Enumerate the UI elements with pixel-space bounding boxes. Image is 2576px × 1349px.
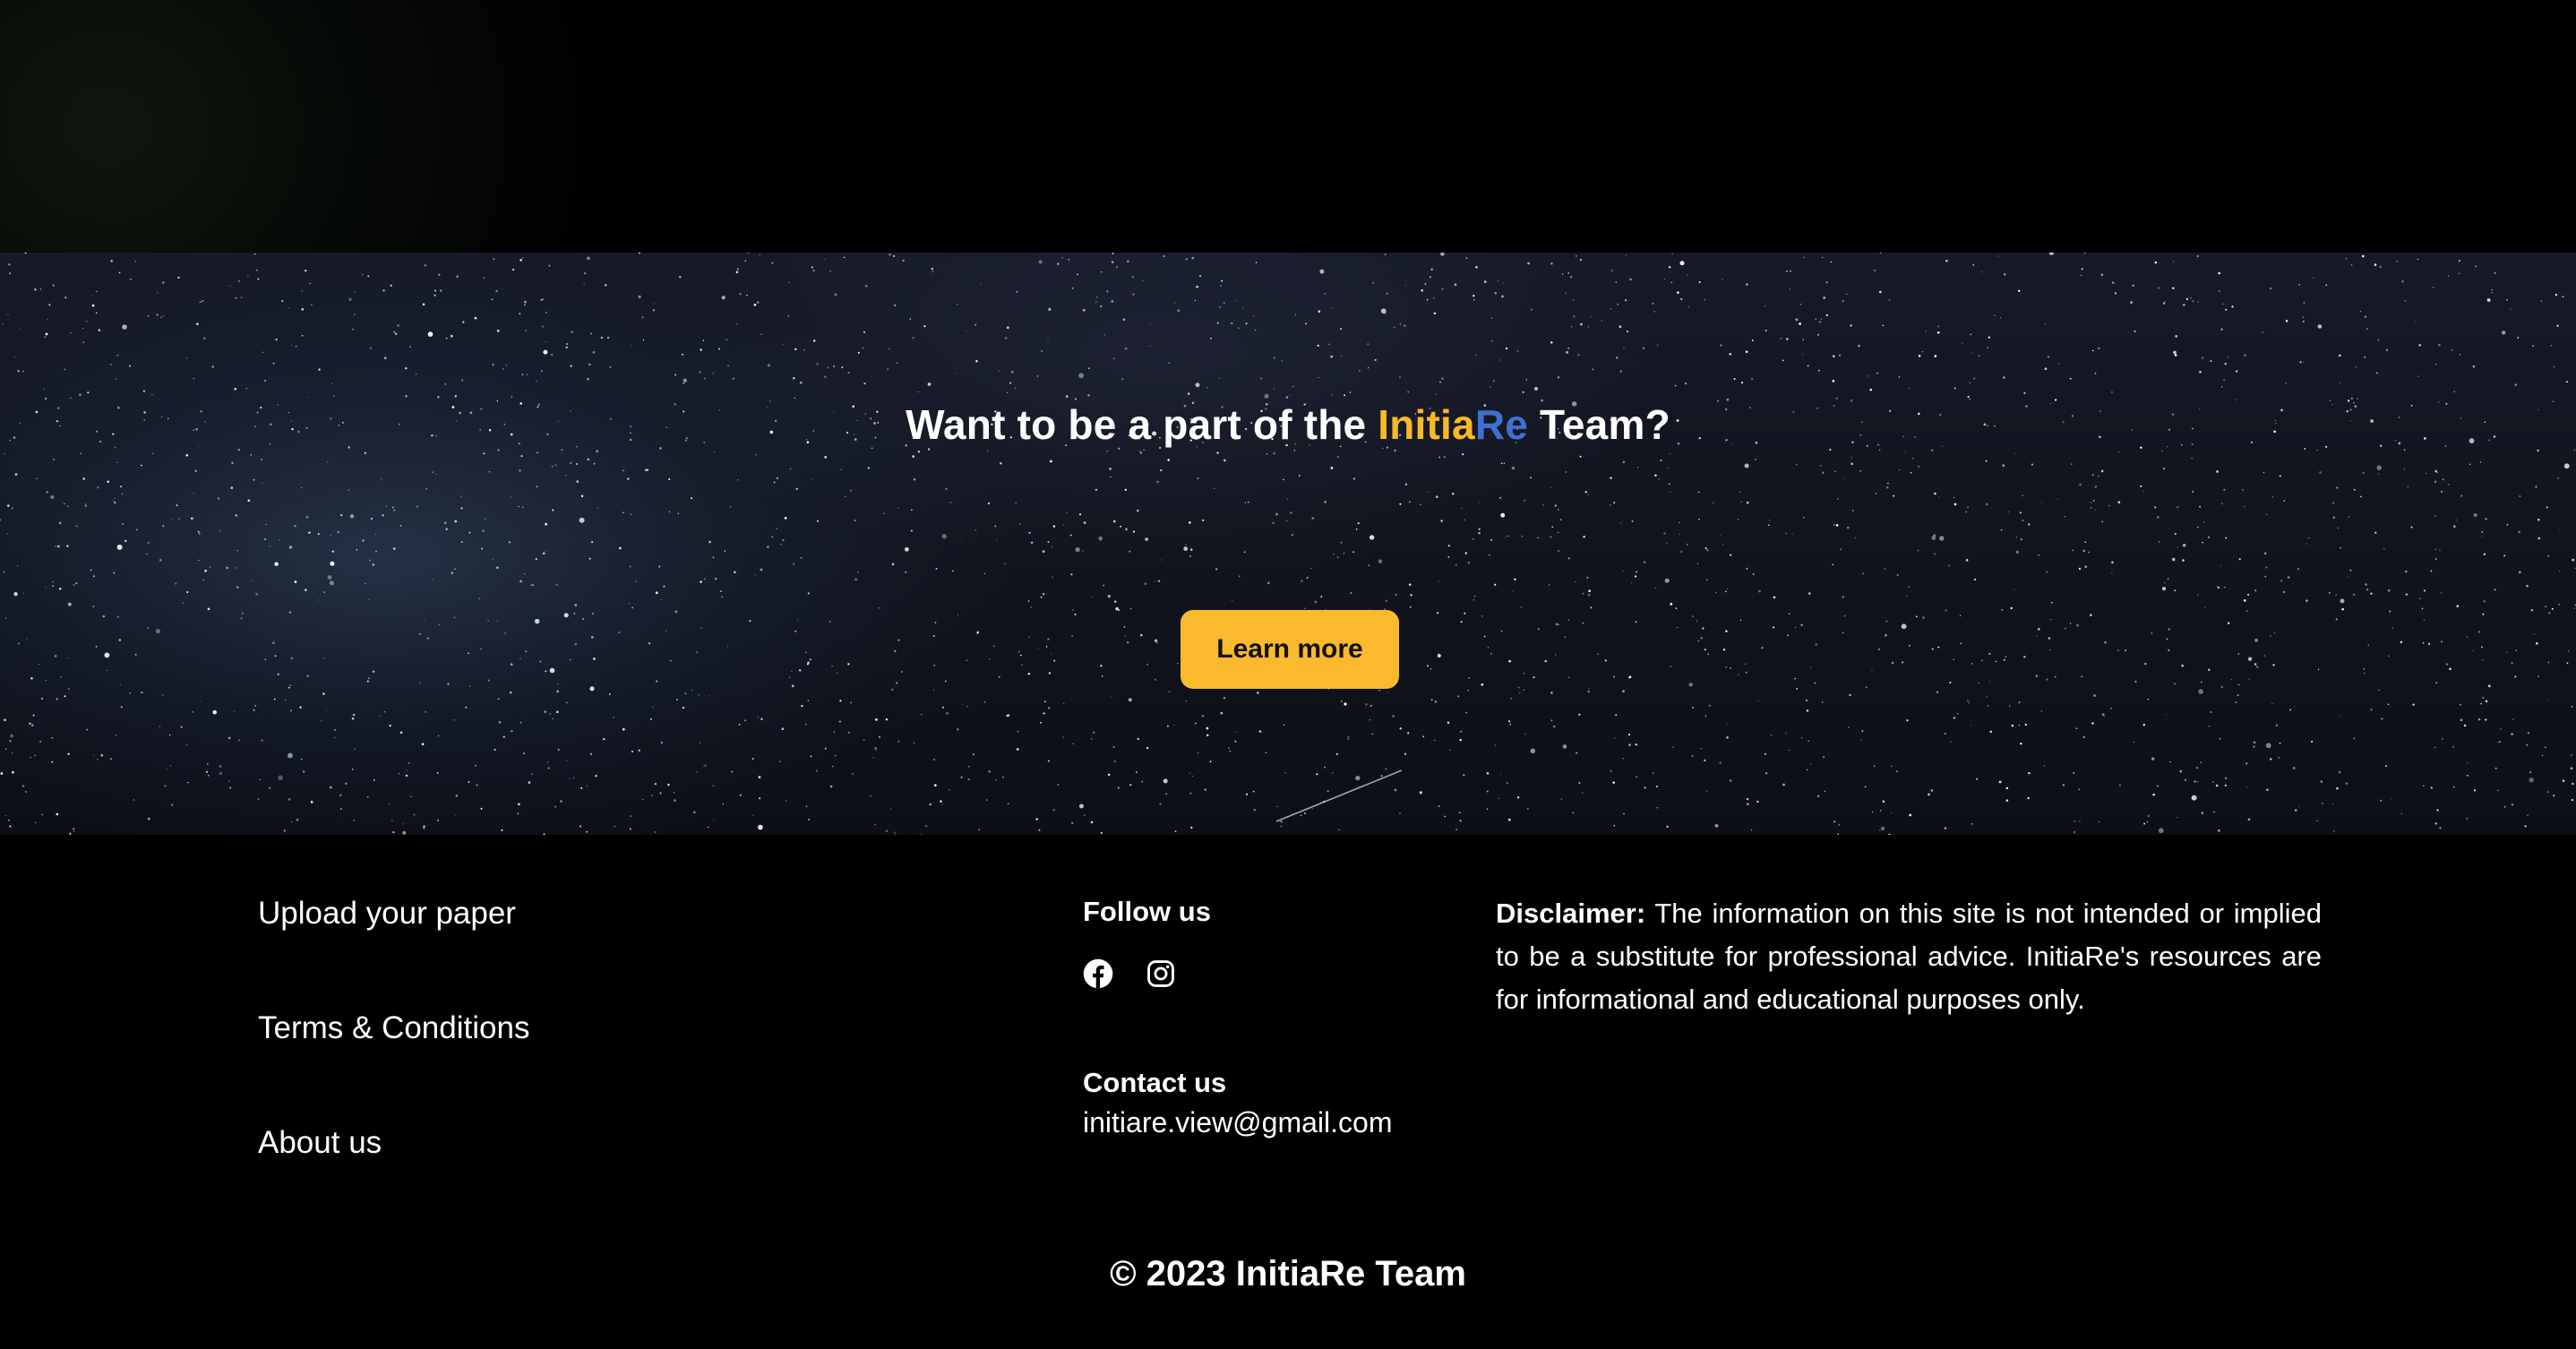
- contact-us-section: Contact us initiare.view@gmail.com: [1083, 1065, 1392, 1144]
- join-team-banner: Want to be a part of the InitiaRe Team? …: [0, 253, 2576, 835]
- social-links: [1083, 958, 1211, 989]
- starfield-background: [0, 253, 2576, 835]
- disclaimer: Disclaimer: The information on this site…: [1496, 892, 2322, 1021]
- contact-email[interactable]: initiare.view@gmail.com: [1083, 1101, 1392, 1144]
- facebook-icon: [1083, 958, 1113, 989]
- instagram-link[interactable]: [1146, 958, 1176, 989]
- learn-more-button[interactable]: Learn more: [1181, 610, 1399, 689]
- follow-us-heading: Follow us: [1083, 896, 1211, 927]
- instagram-icon: [1147, 960, 1174, 987]
- banner-title-prefix: Want to be a part of the: [906, 401, 1378, 448]
- disclaimer-label: Disclaimer:: [1496, 898, 1646, 929]
- banner-title: Want to be a part of the InitiaRe Team?: [0, 400, 2576, 449]
- footer-link-upload-paper[interactable]: Upload your paper: [258, 894, 529, 1009]
- facebook-link[interactable]: [1083, 958, 1113, 989]
- footer-nav: Upload your paper Terms & Conditions Abo…: [258, 894, 529, 1238]
- brand-name-re: Re: [1474, 401, 1529, 448]
- top-background: [0, 0, 2576, 253]
- site-footer: Upload your paper Terms & Conditions Abo…: [0, 835, 2576, 1349]
- footer-link-terms[interactable]: Terms & Conditions: [258, 1009, 529, 1123]
- footer-link-about[interactable]: About us: [258, 1123, 529, 1238]
- banner-title-suffix: Team?: [1528, 401, 1670, 448]
- copyright: © 2023 InitiaRe Team: [1110, 1254, 1466, 1293]
- follow-us-section: Follow us: [1083, 894, 1211, 989]
- page: Want to be a part of the InitiaRe Team? …: [0, 0, 2576, 1349]
- brand-name-initia: Initia: [1378, 401, 1475, 448]
- contact-us-heading: Contact us: [1083, 1067, 1227, 1098]
